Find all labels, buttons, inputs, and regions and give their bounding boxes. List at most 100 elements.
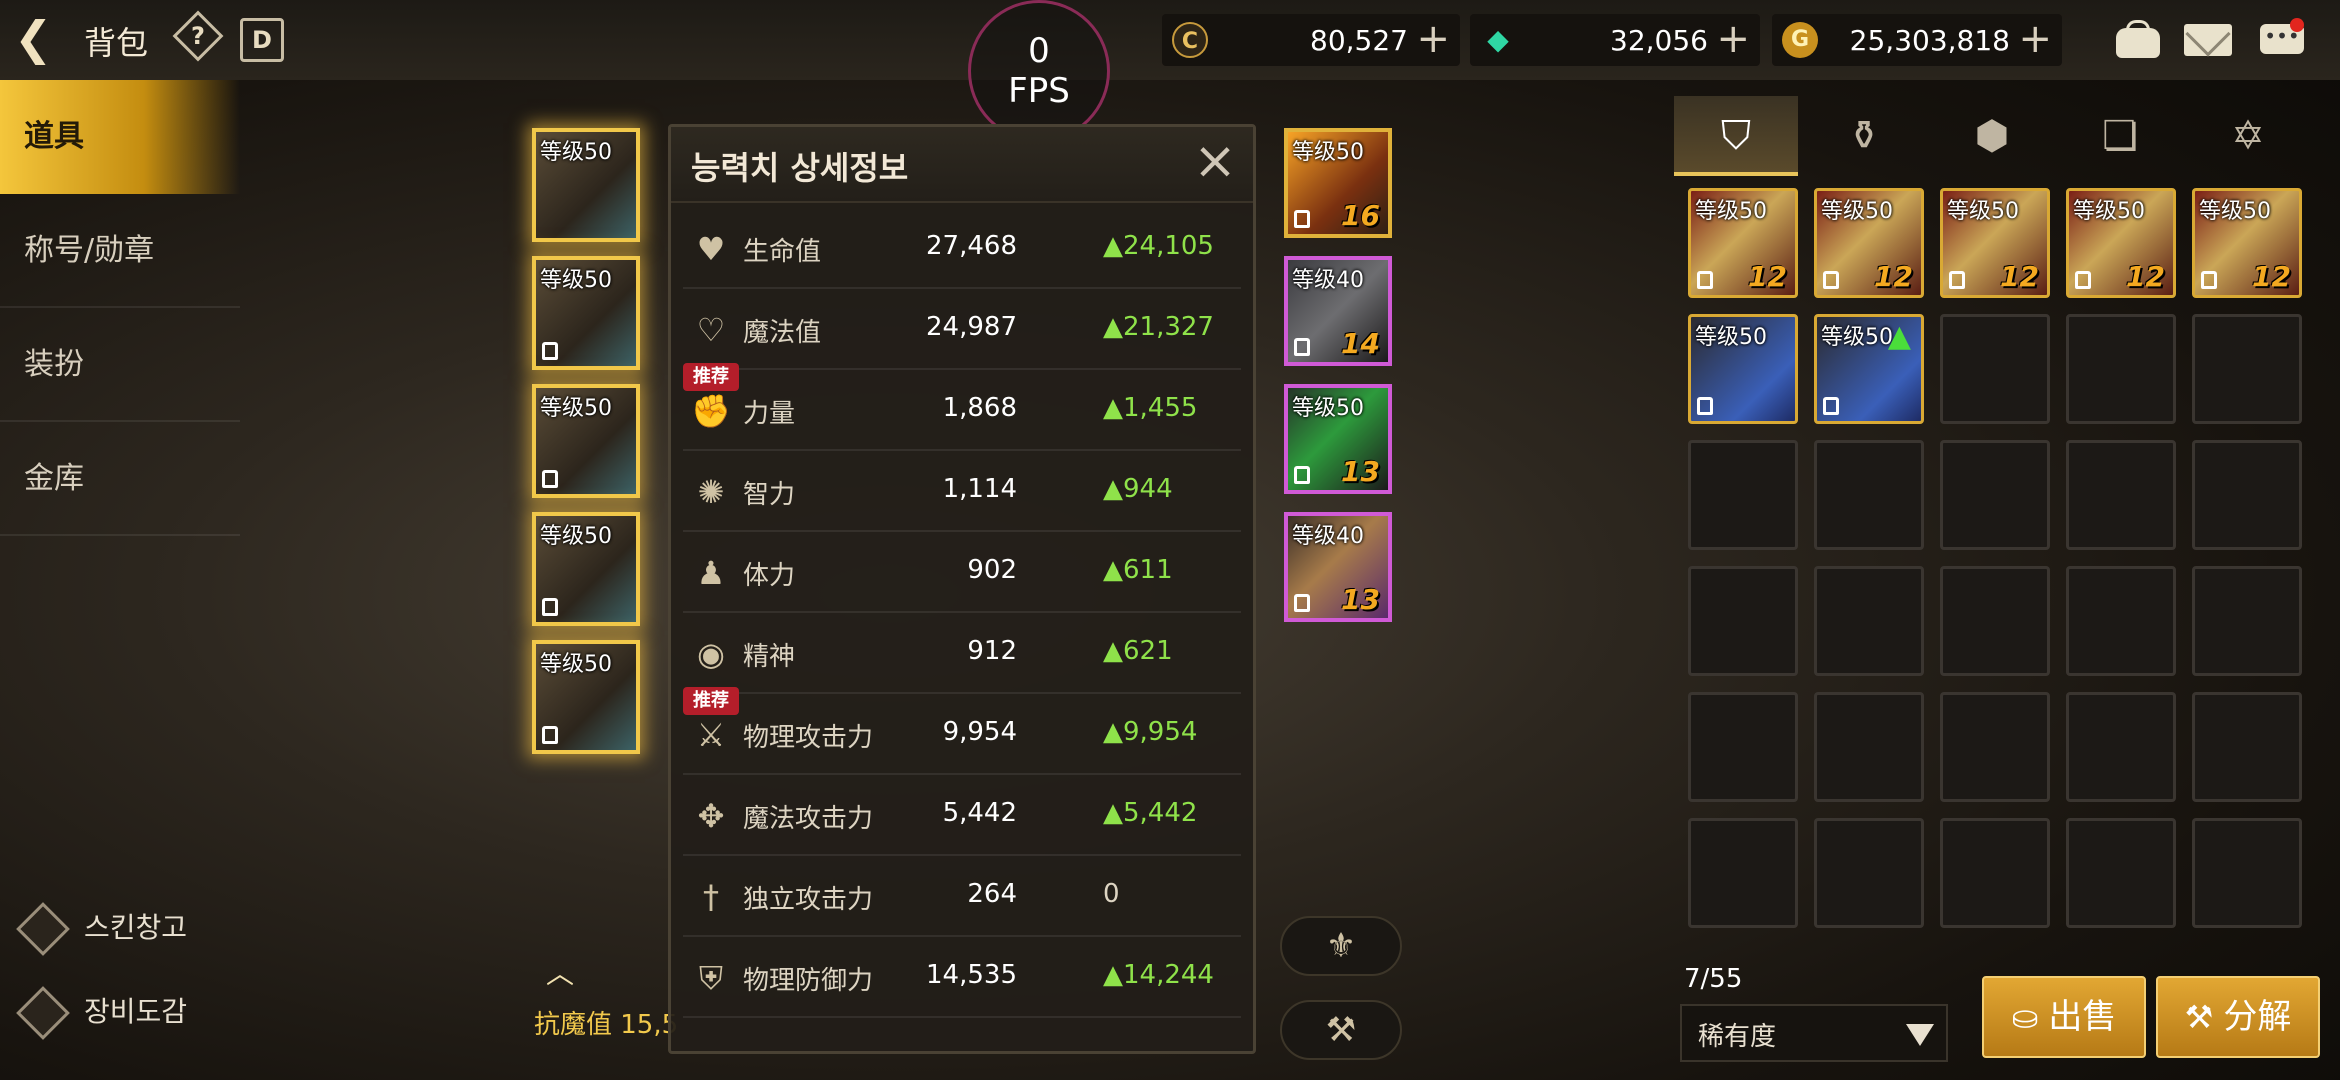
inventory-slot-empty[interactable] — [2066, 818, 2176, 928]
menu-item-costume[interactable]: 装扮 — [0, 308, 240, 422]
enhance-level: 14 — [1341, 327, 1380, 360]
stat-increase: 0 — [1103, 879, 1120, 909]
equipped-slot-legs[interactable]: 等级50 — [532, 384, 640, 498]
stat-value: 14,535 — [926, 960, 1017, 990]
anvil-button[interactable]: ⚒ — [1280, 1000, 1402, 1060]
c-coin-value: 80,527 — [1310, 24, 1408, 57]
stat-increase: ▲944 — [1103, 474, 1173, 504]
gold-value: 25,303,818 — [1849, 24, 2010, 57]
pouch-icon[interactable] — [2110, 14, 2164, 66]
inventory-slot-empty[interactable] — [2066, 692, 2176, 802]
equipped-slot-weapon[interactable]: 等级50 16 — [1284, 128, 1392, 238]
chat-icon[interactable]: ••• — [2256, 14, 2310, 66]
equipment-codex-link[interactable]: 장비도감 — [16, 986, 188, 1046]
stat-value: 24,987 — [926, 312, 1017, 342]
sell-button[interactable]: ⛀ 出售 — [1982, 976, 2146, 1058]
calendar-icon[interactable]: D — [240, 18, 284, 62]
add-c-coin-button[interactable]: + — [1416, 16, 1450, 62]
inventory-count: 7/55 — [1684, 964, 1743, 994]
inventory-slot-empty[interactable] — [2066, 566, 2176, 676]
upgrade-arrow-icon: ▲ — [1887, 319, 1911, 354]
stat-row-mp: ♡ 魔法值 24,987 ▲21,327 — [683, 290, 1241, 370]
inventory-slot-empty[interactable] — [2192, 314, 2302, 424]
equipped-slot-armor[interactable]: 等级50 — [532, 256, 640, 370]
back-arrow-icon[interactable]: ❮ — [14, 15, 70, 64]
equipped-slot-necklace[interactable]: 等级50 13 — [1284, 384, 1392, 494]
inventory-slot-empty[interactable] — [2192, 818, 2302, 928]
inventory-slot[interactable]: 等级50 12 — [1940, 188, 2050, 298]
stats-detail-modal: 능력치 상세정보 × ♥ 生命值 27,468 ▲24,105 ♡ 魔法值 24,987 ▲… — [668, 124, 1256, 1054]
cards-icon: ❏ — [2102, 113, 2138, 159]
chevron-up-icon[interactable]: ︿ — [546, 960, 580, 988]
equipment-codex-label: 장비도감 — [84, 995, 188, 1028]
equipped-slot-bracelet[interactable]: 等级40 14 — [1284, 256, 1392, 366]
item-level: 等级50 — [540, 524, 612, 549]
equipped-slot-ring[interactable]: 等级40 13 — [1284, 512, 1392, 622]
menu-item-items[interactable]: 道具 — [0, 80, 240, 194]
tab-materials[interactable]: ⬢ — [1930, 96, 2054, 176]
stat-row-independent-attack: † 独立攻击力 264 0 — [683, 857, 1241, 937]
inventory-slot-empty[interactable] — [2192, 692, 2302, 802]
inventory-slot[interactable]: 等级50 12 — [1814, 188, 1924, 298]
enhance-level: 16 — [1341, 199, 1380, 232]
inventory-slot-empty[interactable] — [1814, 692, 1924, 802]
inventory-slot[interactable]: 等级50 12 — [2192, 188, 2302, 298]
stat-name: 生命值 — [743, 237, 822, 267]
inventory-slot-empty[interactable] — [2192, 440, 2302, 550]
decompose-button[interactable]: ⚒ 分解 — [2156, 976, 2320, 1058]
menu-item-vault[interactable]: 金库 — [0, 422, 240, 536]
fps-counter: 0 FPS — [968, 0, 1110, 142]
inventory-slot-empty[interactable] — [1688, 566, 1798, 676]
decompose-label: 分解 — [2223, 997, 2292, 1037]
inventory-slot-empty[interactable] — [1814, 440, 1924, 550]
add-crystal-button[interactable]: + — [1716, 16, 1750, 62]
armor-icon: ⛉ — [1721, 113, 1751, 159]
add-gold-button[interactable]: + — [2018, 16, 2052, 62]
stat-increase: ▲5,442 — [1103, 798, 1198, 828]
inventory-slot-empty[interactable] — [2066, 314, 2176, 424]
close-icon[interactable]: × — [1191, 135, 1239, 187]
tab-cards[interactable]: ❏ — [2058, 96, 2182, 176]
tab-consumables[interactable]: ⚱ — [1802, 96, 1926, 176]
inventory-slot[interactable]: 等级50 — [1688, 314, 1798, 424]
recommend-badge: 推荐 — [683, 363, 739, 391]
inventory-slot-empty[interactable] — [1940, 692, 2050, 802]
stat-name: 魔法值 — [743, 318, 822, 348]
mail-icon[interactable] — [2182, 11, 2236, 66]
inventory-slot-empty[interactable] — [1688, 440, 1798, 550]
enhance-level: 12 — [1748, 260, 1787, 293]
skin-storage-link[interactable]: 스킨창고 — [16, 902, 187, 962]
dagger-icon: † — [703, 878, 719, 916]
inventory-slot-empty[interactable] — [1814, 818, 1924, 928]
tab-equipment[interactable]: ⛉ — [1674, 96, 1798, 176]
potion-icon: ⚱ — [1847, 113, 1881, 159]
tab-special[interactable]: ✡ — [2186, 96, 2310, 176]
equipped-slot-belt[interactable]: 等级50 — [532, 512, 640, 626]
inventory-slot-empty[interactable] — [1688, 692, 1798, 802]
inventory-slot-empty[interactable] — [1940, 818, 2050, 928]
inventory-slot-empty[interactable] — [2192, 566, 2302, 676]
inventory-slot[interactable]: 等级50 ▲ — [1814, 314, 1924, 424]
equipped-slot-helmet[interactable]: 等级50 — [532, 128, 640, 242]
stat-row-magic-attack: ✥ 魔法攻击力 5,442 ▲5,442 — [683, 776, 1241, 856]
inventory-slot-empty[interactable] — [1940, 566, 2050, 676]
inventory-slot-empty[interactable] — [1814, 566, 1924, 676]
item-level: 等级50 — [1695, 199, 1767, 224]
item-level: 等级50 — [540, 396, 612, 421]
sort-dropdown[interactable]: 稀有度 — [1680, 1004, 1948, 1062]
fist-icon: ✊ — [691, 392, 731, 430]
inventory-slot-empty[interactable] — [1688, 818, 1798, 928]
inventory-slot-empty[interactable] — [2066, 440, 2176, 550]
equipped-slot-boots[interactable]: 等级50 — [532, 640, 640, 754]
inventory-slot-empty[interactable] — [1940, 440, 2050, 550]
stat-name: 力量 — [743, 399, 796, 429]
lock-icon — [2075, 271, 2091, 289]
currency-crystal: ◆ 32,056 + — [1470, 14, 1760, 66]
inventory-slot[interactable]: 等级50 12 — [1688, 188, 1798, 298]
resist-value: 抗魔值 15,5 — [534, 1010, 679, 1040]
inventory-slot-empty[interactable] — [1940, 314, 2050, 424]
menu-item-titles[interactable]: 称号/勋章 — [0, 194, 240, 308]
inventory-slot[interactable]: 等级50 12 — [2066, 188, 2176, 298]
stat-increase: ▲24,105 — [1103, 231, 1214, 261]
equipment-preset-button[interactable]: ⚜ — [1280, 916, 1402, 976]
